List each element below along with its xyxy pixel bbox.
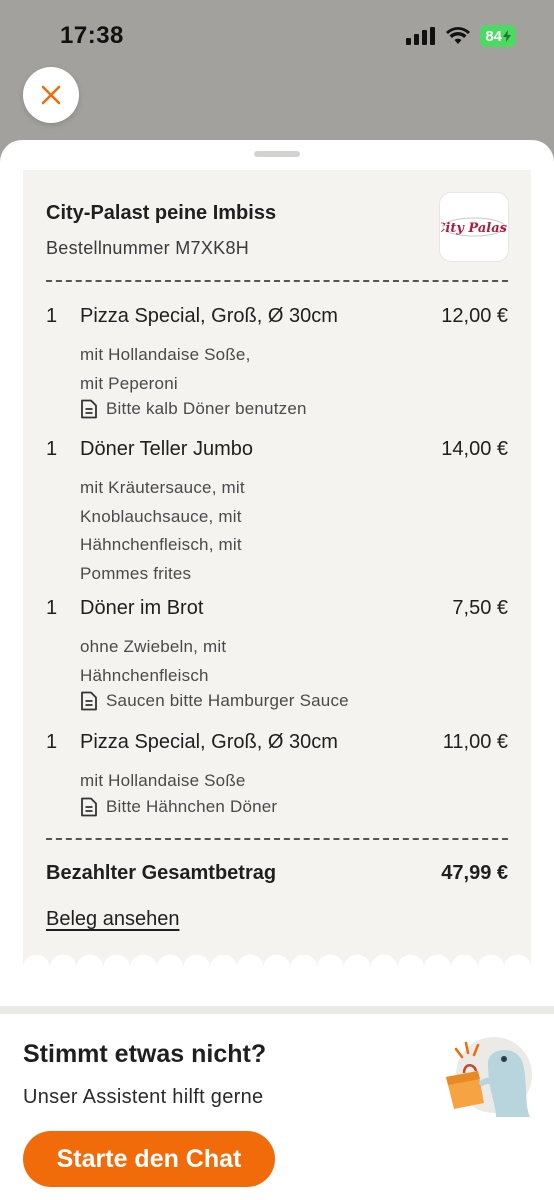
- item-option: Knoblauchsauce, mit: [80, 506, 242, 526]
- cellular-signal-icon: [406, 27, 436, 45]
- item-quantity: 1: [46, 731, 58, 753]
- item-price: 12,00 €: [441, 305, 508, 327]
- order-item: 1 Pizza Special, Groß, Ø 30cm 11,00 € mi…: [46, 731, 508, 831]
- item-option: mit Kräutersauce, mit: [80, 478, 245, 497]
- assistant-illustration: [446, 1037, 532, 1117]
- restaurant-name: City-Palast peine Imbiss: [46, 202, 277, 224]
- total-value: 47,99 €: [441, 862, 508, 884]
- start-chat-button[interactable]: Starte den Chat: [23, 1131, 275, 1187]
- item-quantity: 1: [46, 438, 58, 460]
- order-number: Bestellnummer M7XK8H: [46, 238, 250, 258]
- item-option: mit Hollandaise Soße,: [80, 345, 251, 364]
- item-note: Bitte kalb Döner benutzen: [80, 399, 307, 419]
- restaurant-logo-image: City Palast: [441, 217, 507, 237]
- svg-text:City Palast: City Palast: [441, 221, 507, 236]
- item-options: mit Hollandaise Soße: [80, 767, 340, 796]
- item-options: mit Hollandaise Soße, mit Peperoni: [80, 341, 340, 398]
- item-option: mit Hollandaise Soße: [80, 771, 246, 790]
- battery-level: 84: [485, 27, 502, 45]
- item-name: Döner Teller Jumbo: [80, 438, 254, 460]
- item-price: 7,50 €: [452, 597, 508, 619]
- order-item: 1 Döner Teller Jumbo 14,00 € mit Kräuter…: [46, 438, 508, 583]
- separator: [46, 838, 508, 840]
- item-quantity: 1: [46, 305, 58, 327]
- separator: [46, 280, 508, 282]
- help-subtitle: Unser Assistent hilft gerne: [23, 1086, 264, 1108]
- note-icon: [81, 399, 97, 419]
- charging-bolt-icon: [503, 30, 511, 42]
- item-name: Pizza Special, Groß, Ø 30cm: [80, 305, 338, 327]
- item-option: Pommes frites: [80, 563, 192, 583]
- item-options: mit Kräutersauce, mit Knoblauchsauce, mi…: [80, 474, 340, 588]
- item-note: Bitte Hähnchen Döner: [80, 797, 277, 817]
- close-button[interactable]: [23, 67, 79, 123]
- wifi-icon: [446, 27, 471, 44]
- item-name: Pizza Special, Groß, Ø 30cm: [80, 731, 338, 753]
- close-icon: [41, 85, 61, 105]
- order-details-sheet: City-Palast peine Imbiss Bestellnummer M…: [0, 140, 554, 1200]
- view-receipt-link[interactable]: Beleg ansehen: [46, 908, 179, 931]
- status-bar: 17:38 84: [0, 0, 554, 70]
- total-label: Bezahlter Gesamtbetrag: [46, 862, 277, 884]
- section-divider: [0, 1006, 554, 1014]
- item-price: 14,00 €: [441, 438, 508, 460]
- item-options: ohne Zwiebeln, mit Hähnchenfleisch: [80, 633, 340, 690]
- note-icon: [81, 797, 97, 817]
- item-name: Döner im Brot: [80, 597, 204, 619]
- status-time: 17:38: [60, 22, 124, 49]
- battery-indicator: 84: [480, 25, 516, 47]
- sheet-grabber[interactable]: [254, 151, 300, 157]
- item-note-text: Bitte kalb Döner benutzen: [106, 399, 307, 418]
- item-price: 11,00 €: [442, 731, 508, 753]
- item-option: ohne Zwiebeln, mit: [80, 637, 227, 656]
- item-quantity: 1: [46, 597, 58, 619]
- order-item: 1 Döner im Brot 7,50 € ohne Zwiebeln, mi…: [46, 597, 508, 717]
- receipt-card: City-Palast peine Imbiss Bestellnummer M…: [23, 170, 531, 972]
- item-note-text: Saucen bitte Hamburger Sauce: [106, 691, 349, 710]
- item-option: Hähnchenfleisch, mit: [80, 535, 242, 554]
- note-icon: [81, 691, 97, 711]
- item-note-text: Bitte Hähnchen Döner: [106, 797, 278, 816]
- help-title: Stimmt etwas nicht?: [23, 1040, 267, 1068]
- status-icons: 84: [406, 25, 516, 47]
- item-option: mit Peperoni: [80, 373, 178, 393]
- order-item: 1 Pizza Special, Groß, Ø 30cm 12,00 € mi…: [46, 305, 508, 435]
- receipt-scalloped-edge: [23, 954, 531, 972]
- restaurant-logo: City Palast: [439, 192, 509, 262]
- item-note: Saucen bitte Hamburger Sauce: [80, 691, 349, 711]
- item-option: Hähnchenfleisch: [80, 665, 209, 685]
